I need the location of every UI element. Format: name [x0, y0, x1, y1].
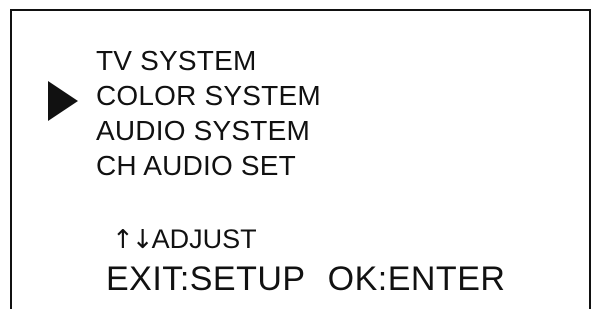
ok-key-label: OK: [327, 260, 378, 298]
adjust-hint-label: ADJUST: [151, 224, 257, 254]
menu-item-color-system[interactable]: COLOR SYSTEM: [96, 78, 321, 113]
triangle-right-icon: [48, 81, 78, 121]
adjust-hint: ↑↓ADJUST: [112, 223, 257, 256]
key-hints: EXIT:SETUP OK:ENTER: [106, 259, 505, 299]
exit-action-label: :SETUP: [179, 260, 306, 298]
menu-item-tv-system[interactable]: TV SYSTEM: [96, 43, 321, 78]
menu-item-audio-system[interactable]: AUDIO SYSTEM: [96, 113, 321, 148]
menu-list: TV SYSTEM COLOR SYSTEM AUDIO SYSTEM CH A…: [96, 43, 321, 183]
up-down-arrows-icon: ↑↓: [112, 225, 154, 255]
exit-key-label: EXIT: [106, 260, 180, 298]
menu-item-ch-audio-set[interactable]: CH AUDIO SET: [96, 148, 321, 183]
setup-menu-panel: TV SYSTEM COLOR SYSTEM AUDIO SYSTEM CH A…: [10, 9, 591, 309]
ok-action-label: :ENTER: [377, 260, 506, 298]
